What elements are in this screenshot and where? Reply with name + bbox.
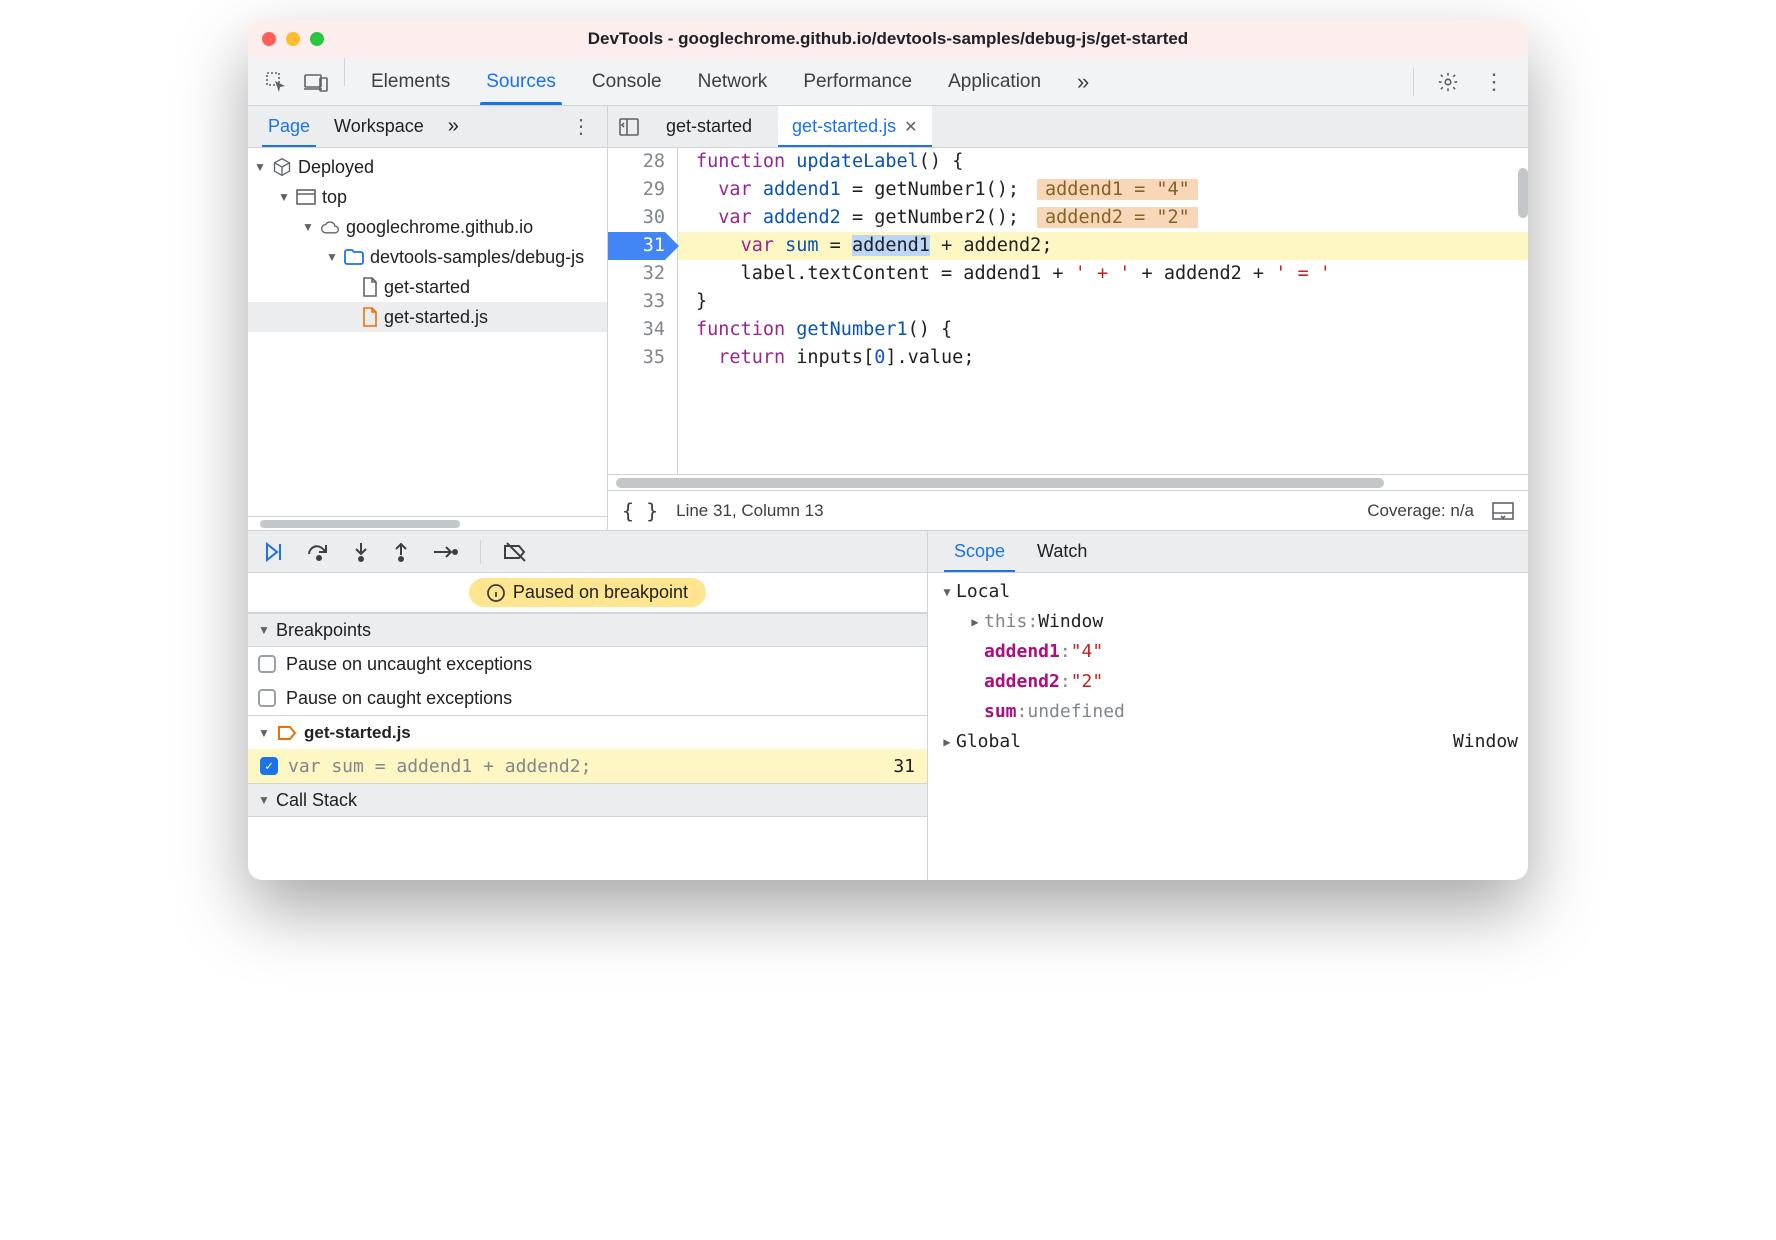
navigator-overflow-button[interactable]: » — [438, 106, 469, 147]
tabs-overflow-button[interactable]: » — [1059, 58, 1107, 105]
tab-network[interactable]: Network — [680, 58, 786, 105]
call-stack-section-header[interactable]: ▼ Call Stack — [248, 783, 927, 817]
inspect-element-icon[interactable] — [256, 58, 296, 105]
pretty-print-icon[interactable]: { } — [622, 499, 658, 523]
paused-banner: Paused on breakpoint — [248, 573, 927, 613]
kebab-menu-icon[interactable]: ⋮ — [1474, 69, 1514, 95]
line-gutter[interactable]: 2829303132333435 — [608, 148, 678, 474]
scope-variable[interactable]: addend1: "4" — [938, 637, 1518, 667]
file-tab-label: get-started — [666, 116, 752, 137]
sources-sub-strip: Page Workspace » ⋮ get-started get-start… — [248, 106, 1528, 148]
debugger-right: Scope Watch ▼ Local ▶ this: Window adden… — [928, 531, 1528, 880]
tree-file-js[interactable]: get-started.js — [248, 302, 607, 332]
titlebar: DevTools - googlechrome.github.io/devtoo… — [248, 20, 1528, 58]
info-icon — [487, 584, 505, 602]
gear-icon[interactable] — [1428, 71, 1468, 93]
main-tab-strip: Elements Sources Console Network Perform… — [248, 58, 1528, 106]
breakpoints-list: Pause on uncaught exceptions Pause on ca… — [248, 647, 927, 783]
code-line[interactable]: } — [678, 288, 1528, 316]
vertical-scrollbar[interactable] — [1518, 168, 1528, 218]
folder-icon — [344, 249, 364, 265]
scope-global[interactable]: ▶ Global Window — [938, 727, 1518, 757]
device-toolbar-icon[interactable] — [296, 58, 336, 105]
checkbox-icon[interactable] — [258, 655, 276, 673]
code-line[interactable]: function updateLabel() { — [678, 148, 1528, 176]
navigator-tab-page[interactable]: Page — [258, 106, 320, 147]
devtools-window: DevTools - googlechrome.github.io/devtoo… — [248, 20, 1528, 880]
tab-sources[interactable]: Sources — [468, 58, 574, 105]
editor-tab-strip: get-started get-started.js ✕ — [608, 106, 1528, 147]
pause-uncaught-toggle[interactable]: Pause on uncaught exceptions — [248, 647, 927, 681]
code-line[interactable]: var addend1 = getNumber1();addend1 = "4" — [678, 176, 1528, 204]
tree-deployed[interactable]: ▼ Deployed — [248, 152, 607, 182]
tree-file-html[interactable]: get-started — [248, 272, 607, 302]
checkbox-checked-icon[interactable]: ✓ — [260, 757, 278, 775]
tree-origin[interactable]: ▼ googlechrome.github.io — [248, 212, 607, 242]
close-icon[interactable]: ✕ — [904, 117, 917, 137]
code-lines: function updateLabel() { var addend1 = g… — [678, 148, 1528, 474]
checkbox-icon[interactable] — [258, 689, 276, 707]
frame-icon — [296, 189, 316, 205]
scope-body: ▼ Local ▶ this: Window addend1: "4"adden… — [928, 573, 1528, 880]
tab-scope[interactable]: Scope — [938, 531, 1021, 572]
resume-button[interactable] — [264, 542, 284, 562]
code-editor: 2829303132333435 function updateLabel() … — [608, 148, 1528, 530]
navigator-tab-workspace[interactable]: Workspace — [324, 106, 434, 147]
tab-watch[interactable]: Watch — [1021, 531, 1103, 572]
step-button[interactable] — [432, 544, 458, 560]
file-tab-get-started-js[interactable]: get-started.js ✕ — [778, 106, 931, 147]
navigator-scrollbar[interactable] — [248, 516, 607, 530]
file-tab-get-started[interactable]: get-started — [652, 106, 766, 147]
pause-caught-toggle[interactable]: Pause on caught exceptions — [248, 681, 927, 715]
code-line[interactable]: label.textContent = addend1 + ' + ' + ad… — [678, 260, 1528, 288]
editor-scrollbar[interactable] — [608, 474, 1528, 490]
show-console-icon[interactable] — [1492, 502, 1514, 520]
scope-tab-strip: Scope Watch — [928, 531, 1528, 573]
tab-elements[interactable]: Elements — [353, 58, 468, 105]
tree-folder[interactable]: ▼ devtools-samples/debug-js — [248, 242, 607, 272]
navigator-kebab-icon[interactable]: ⋮ — [565, 114, 597, 139]
tab-performance[interactable]: Performance — [785, 58, 930, 105]
scope-local[interactable]: ▼ Local — [938, 577, 1518, 607]
tab-application[interactable]: Application — [930, 58, 1059, 105]
scope-this[interactable]: ▶ this: Window — [938, 607, 1518, 637]
editor-status-bar: { } Line 31, Column 13 Coverage: n/a — [608, 490, 1528, 530]
code-line[interactable]: var sum = addend1 + addend2; — [678, 232, 1528, 260]
js-file-icon — [362, 307, 378, 327]
step-out-button[interactable] — [392, 541, 410, 563]
step-into-button[interactable] — [352, 541, 370, 563]
debugger-left: Paused on breakpoint ▼ Breakpoints Pause… — [248, 531, 928, 880]
scope-variable[interactable]: sum: undefined — [938, 697, 1518, 727]
code-line[interactable]: function getNumber1() { — [678, 316, 1528, 344]
coverage-label: Coverage: n/a — [1367, 501, 1474, 521]
code-line[interactable]: return inputs[0].value; — [678, 344, 1528, 372]
toggle-navigator-icon[interactable] — [618, 116, 640, 138]
breakpoints-section-header[interactable]: ▼ Breakpoints — [248, 613, 927, 647]
tab-console[interactable]: Console — [574, 58, 680, 105]
breakpoint-entry[interactable]: ✓ var sum = addend1 + addend2; 31 — [248, 749, 927, 783]
file-tab-label: get-started.js — [792, 116, 896, 137]
cube-icon — [272, 157, 292, 177]
breakpoint-file-row[interactable]: ▼ get-started.js — [248, 715, 927, 749]
code-view[interactable]: 2829303132333435 function updateLabel() … — [608, 148, 1528, 474]
debugger-toolbar — [248, 531, 927, 573]
file-tree: ▼ Deployed ▼ top ▼ googlechrome.github.i… — [248, 148, 607, 516]
navigator-panel: ▼ Deployed ▼ top ▼ googlechrome.github.i… — [248, 148, 608, 530]
cloud-icon — [320, 219, 340, 235]
tree-top[interactable]: ▼ top — [248, 182, 607, 212]
code-line[interactable]: var addend2 = getNumber2();addend2 = "2" — [678, 204, 1528, 232]
navigator-tab-strip: Page Workspace » ⋮ — [248, 106, 608, 147]
window-title: DevTools - googlechrome.github.io/devtoo… — [248, 29, 1528, 49]
breakpoint-badge-icon — [278, 726, 296, 740]
deactivate-breakpoints-button[interactable] — [503, 542, 529, 562]
scope-variable[interactable]: addend2: "2" — [938, 667, 1518, 697]
cursor-position: Line 31, Column 13 — [676, 501, 823, 521]
document-icon — [362, 277, 378, 297]
step-over-button[interactable] — [306, 542, 330, 562]
sources-main: ▼ Deployed ▼ top ▼ googlechrome.github.i… — [248, 148, 1528, 530]
debugger-pane: Paused on breakpoint ▼ Breakpoints Pause… — [248, 530, 1528, 880]
